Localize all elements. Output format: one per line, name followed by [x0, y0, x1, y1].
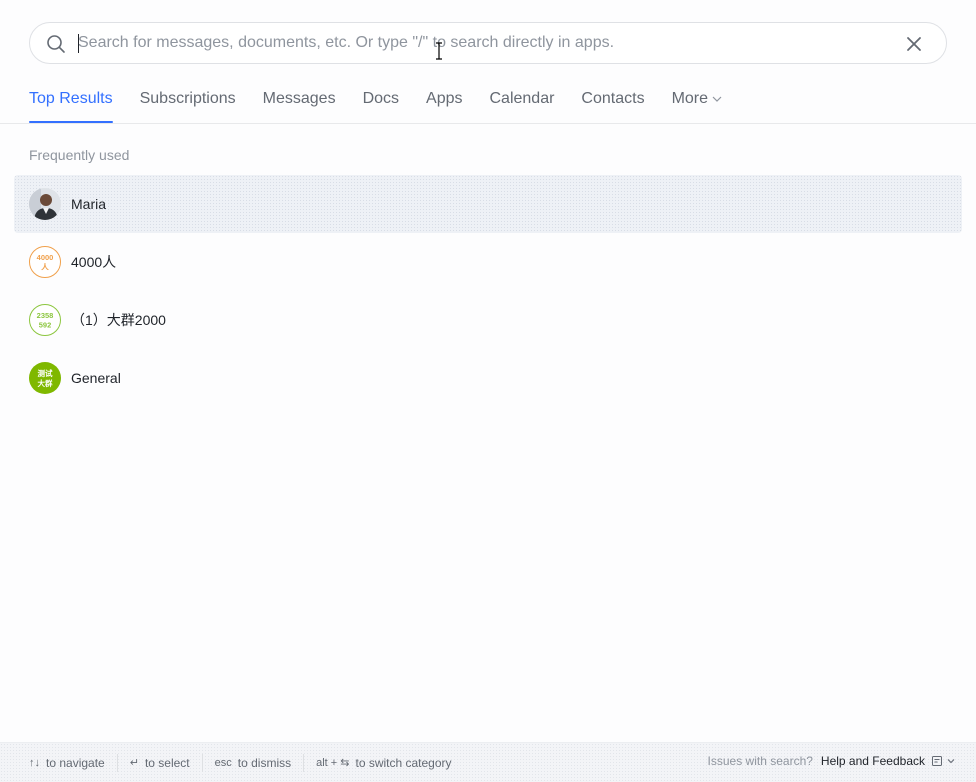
avatar-text-line2: 大群 [38, 378, 53, 388]
frequently-used-list: Maria 4000 人 4000人 2358 592 （1）大群2000 测试… [14, 175, 962, 407]
list-item-general[interactable]: 测试 大群 General [14, 349, 962, 407]
search-icon [47, 35, 65, 53]
hint-switch-category: alt + ⇆ to switch category [303, 753, 463, 772]
list-item-maria[interactable]: Maria [14, 175, 962, 233]
hint-text: to dismiss [237, 755, 292, 770]
feedback-icon [932, 756, 942, 766]
hint-select: ↵ to select [116, 753, 202, 772]
hint-navigate: ↑↓ to navigate [0, 754, 117, 772]
item-label: General [71, 370, 121, 386]
avatar-text-line2: 人 [41, 263, 49, 272]
avatar [29, 188, 61, 220]
list-item-4000[interactable]: 4000 人 4000人 [14, 233, 962, 291]
item-label: 4000人 [71, 254, 117, 270]
navigate-key: ↑↓ [29, 756, 40, 769]
help-feedback-button[interactable]: Help and Feedback [821, 754, 956, 768]
avatar-text-line1: 测试 [38, 368, 53, 378]
category-tabs: Top Results Subscriptions Messages Docs … [29, 78, 750, 124]
hint-text: to navigate [46, 755, 105, 770]
tab-docs[interactable]: Docs [363, 78, 399, 123]
item-label: （1）大群2000 [71, 312, 166, 328]
hint-text: to select [144, 755, 190, 770]
close-icon[interactable] [904, 34, 924, 54]
item-label: Maria [71, 196, 107, 212]
tab-top-results[interactable]: Top Results [29, 78, 113, 123]
avatar: 测试 大群 [29, 362, 61, 394]
avatar: 2358 592 [29, 304, 61, 336]
search-bar[interactable] [29, 22, 947, 64]
esc-key: esc [214, 756, 232, 769]
avatar-text-line2: 592 [39, 321, 52, 330]
tab-subscriptions[interactable]: Subscriptions [140, 78, 236, 123]
tab-calendar[interactable]: Calendar [489, 78, 554, 123]
hint-text: to switch category [355, 755, 452, 770]
group-avatar-icon: 测试 大群 [38, 368, 53, 388]
shortcut-footer: ↑↓ to navigate ↵ to select esc to dismis… [0, 742, 976, 782]
alt-switch-key: alt + ⇆ [316, 757, 350, 769]
tab-contacts[interactable]: Contacts [581, 78, 644, 123]
tab-more[interactable]: More [672, 78, 723, 123]
chevron-down-icon [712, 96, 722, 102]
avatar-text-line1: 4000 [37, 253, 54, 262]
group-avatar-icon: 2358 592 [37, 311, 54, 330]
chevron-down-icon [947, 759, 955, 764]
person-photo-icon [29, 188, 61, 220]
list-item-big-group-2000[interactable]: 2358 592 （1）大群2000 [14, 291, 962, 349]
tab-apps[interactable]: Apps [426, 78, 462, 123]
tab-messages[interactable]: Messages [263, 78, 336, 123]
avatar-text-line1: 2358 [37, 311, 54, 320]
tabs-divider [0, 123, 976, 124]
search-input[interactable] [78, 31, 898, 55]
avatar: 4000 人 [29, 246, 61, 278]
text-caret [78, 34, 79, 53]
group-avatar-icon: 4000 人 [37, 253, 54, 272]
footer-right: Issues with search? Help and Feedback [708, 754, 956, 768]
hint-dismiss: esc to dismiss [201, 753, 303, 772]
section-title: Frequently used [29, 147, 130, 163]
feedback-label: Help and Feedback [820, 754, 925, 768]
mouse-ibeam-cursor-icon [436, 42, 442, 60]
enter-key: ↵ [129, 757, 139, 769]
issues-text: Issues with search? [707, 754, 813, 768]
